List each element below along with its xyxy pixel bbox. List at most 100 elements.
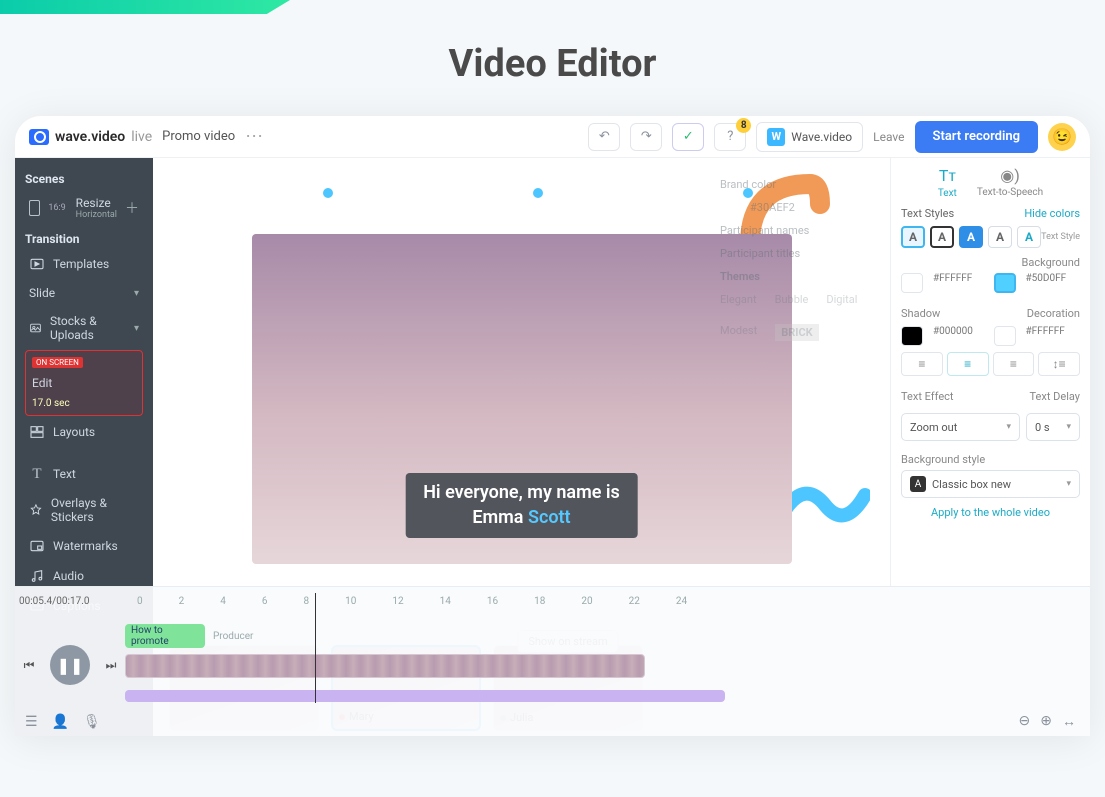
text-style-option[interactable]: A: [988, 226, 1012, 248]
decoration-hex: #FFFFFF: [1022, 326, 1081, 346]
caption-line2b: Scott: [528, 507, 571, 528]
fit-width-button[interactable]: ↔: [1062, 713, 1076, 730]
tick: 2: [179, 596, 185, 607]
timeline-footer-tools: ☰ 👤 🎙: [25, 714, 101, 730]
save-ok-button[interactable]: ✓: [672, 123, 704, 151]
caption-overlay[interactable]: Hi everyone, my name is Emma Scott: [405, 473, 638, 538]
redo-button[interactable]: ↷: [630, 123, 662, 151]
timeline-tracks[interactable]: How to promote Producer: [125, 615, 1090, 715]
topbar: wave.video live Promo video ⋯ ↶ ↷ ✓ ?8 W…: [15, 116, 1090, 158]
people-toggle-icon[interactable]: 👤: [52, 714, 69, 730]
bg-hex-2: #50D0FF: [1022, 273, 1081, 293]
brand-logo[interactable]: wave.video live: [29, 129, 152, 145]
stocks-label: Stocks & Uploads: [50, 314, 126, 342]
text-style-link[interactable]: Text Style: [1041, 232, 1080, 242]
bg-style-select[interactable]: AClassic box new ▾: [901, 470, 1080, 498]
selection-handle[interactable]: [743, 188, 753, 198]
text-effect-value: Zoom out: [910, 421, 957, 434]
selection-handle[interactable]: [533, 188, 543, 198]
playhead[interactable]: [315, 593, 316, 703]
text-clip[interactable]: How to promote: [125, 624, 205, 648]
bg-style-value: Classic box new: [932, 478, 1011, 491]
shadow-hex: #000000: [929, 326, 988, 346]
tick: 12: [392, 596, 403, 607]
line-spacing-button[interactable]: ↕≡: [1038, 352, 1080, 376]
tick: 0: [137, 596, 143, 607]
next-button[interactable]: ⏭: [100, 654, 122, 676]
shadow-swatch[interactable]: [901, 326, 923, 346]
leave-button[interactable]: Leave: [873, 130, 904, 144]
sidebar-item-overlays[interactable]: Overlays & Stickers: [25, 490, 143, 530]
stocks-icon: [29, 320, 42, 336]
layouts-icon: [29, 424, 45, 440]
chevron-down-icon: ▾: [134, 288, 139, 299]
sidebar-item-layouts[interactable]: Layouts: [25, 418, 143, 446]
help-button[interactable]: ?8: [714, 123, 746, 151]
text-style-option[interactable]: A: [959, 226, 983, 248]
bg-swatch-1[interactable]: [901, 273, 923, 293]
user-avatar[interactable]: 😉: [1048, 123, 1076, 151]
video-frame[interactable]: Hi everyone, my name is Emma Scott: [252, 234, 792, 564]
stage[interactable]: Hi everyone, my name is Emma Scott: [153, 158, 890, 640]
templates-icon: [29, 256, 45, 272]
templates-label: Templates: [53, 257, 109, 271]
start-recording-button[interactable]: Start recording: [915, 121, 1038, 153]
text-delay-select[interactable]: 0 s▾: [1026, 413, 1080, 441]
producer-hint: Producer: [213, 631, 253, 642]
prev-button[interactable]: ⏮: [18, 654, 40, 676]
text-style-option[interactable]: A: [930, 226, 954, 248]
text-label: Text: [53, 467, 76, 481]
decoration-swatch[interactable]: [994, 326, 1016, 346]
video-clip[interactable]: [125, 654, 645, 678]
workspace-chip[interactable]: W Wave.video: [756, 122, 863, 152]
tab-text[interactable]: Tᴛ Text: [938, 166, 957, 199]
align-left-button[interactable]: ≡: [901, 352, 943, 376]
bg-swatch-2[interactable]: [994, 273, 1016, 293]
audio-label: Audio: [53, 569, 84, 583]
overlays-label: Overlays & Stickers: [51, 496, 139, 524]
audio-clip[interactable]: [125, 690, 725, 702]
background-label: Background: [901, 256, 1080, 269]
text-style-option[interactable]: A: [901, 226, 925, 248]
sidebar-item-watermarks[interactable]: Watermarks: [25, 532, 143, 560]
sidebar-item-templates[interactable]: Templates: [25, 250, 143, 278]
hide-colors-link[interactable]: Hide colors: [1024, 207, 1080, 220]
zoom-in-button[interactable]: ⊕: [1040, 713, 1052, 730]
undo-button[interactable]: ↶: [588, 123, 620, 151]
tab-tts[interactable]: ◉) Text-to-Speech: [977, 166, 1043, 199]
text-style-option[interactable]: A: [1017, 226, 1041, 248]
project-name[interactable]: Promo video: [162, 129, 235, 144]
sidebar-item-text[interactable]: T Text: [25, 460, 143, 488]
text-styles-label: Text Styles: [901, 207, 954, 220]
playback-controls: ⏮ ❚❚ ⏭: [15, 615, 125, 715]
squiggle-blue-icon: [780, 450, 870, 530]
tick: 10: [345, 596, 356, 607]
layouts-label: Layouts: [53, 425, 95, 439]
sidebar-item-edit-onscreen[interactable]: ON SCREEN Edit 17.0 sec: [25, 350, 143, 416]
apply-whole-video-link[interactable]: Apply to the whole video: [901, 506, 1080, 519]
sidebar-item-slide[interactable]: Slide ▾: [25, 280, 143, 306]
resize-sub: Horizontal: [76, 210, 117, 220]
selection-handle[interactable]: [323, 188, 333, 198]
add-scene-icon[interactable]: ＋: [125, 198, 139, 218]
logo-mark-icon: [29, 129, 49, 145]
mic-toggle-icon[interactable]: 🎙: [83, 714, 101, 730]
aspect-icon: [29, 200, 40, 216]
bg-hex-1: #FFFFFF: [929, 273, 988, 293]
aspect-hint: 16:9: [48, 203, 65, 213]
more-menu-icon[interactable]: ⋯: [245, 126, 265, 147]
text-effect-select[interactable]: Zoom out ▾: [901, 413, 1020, 441]
play-pause-button[interactable]: ❚❚: [50, 645, 90, 685]
chevron-down-icon: ▾: [1066, 479, 1071, 489]
zoom-out-button[interactable]: ⊖: [1019, 713, 1031, 730]
align-right-button[interactable]: ≡: [993, 352, 1035, 376]
align-center-button[interactable]: ≡: [947, 352, 989, 376]
sidebar-item-resize[interactable]: 16:9 Resize Horizontal ＋: [25, 190, 143, 226]
onscreen-badge: ON SCREEN: [32, 357, 83, 368]
tab-tts-label: Text-to-Speech: [977, 187, 1043, 198]
star-icon: [29, 502, 43, 518]
sidebar-item-stocks[interactable]: Stocks & Uploads ▾: [25, 308, 143, 348]
caption-line1: Hi everyone, my name is: [423, 481, 620, 505]
chevron-down-icon: ▾: [1006, 422, 1011, 432]
list-toggle-icon[interactable]: ☰: [25, 714, 38, 730]
